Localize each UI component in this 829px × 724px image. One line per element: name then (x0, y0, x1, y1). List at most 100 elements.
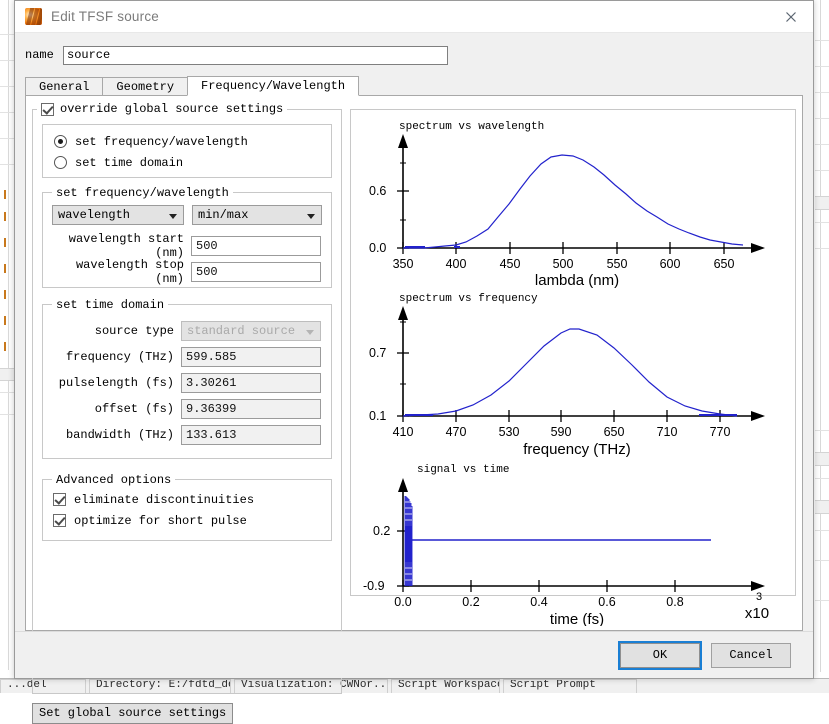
chart3-burst-core (405, 526, 412, 562)
chart1-xtick-5: 600 (660, 257, 681, 271)
chart3-exponent-power: 3 (756, 591, 762, 603)
checkbox-eliminate-discontinuities[interactable]: eliminate discontinuities (53, 489, 331, 510)
chart1-xtick-3: 500 (553, 257, 574, 271)
bg-row-line (0, 86, 14, 87)
wavelength-start-label: wavelength start (nm) (52, 232, 191, 260)
set-frequency-wavelength-group: set frequency/wavelength wavelength min/… (42, 192, 332, 288)
radio-time-label: set time domain (75, 156, 183, 170)
ok-button[interactable]: OK (620, 643, 700, 668)
chart1-curve (403, 155, 743, 248)
checkbox-optimize-short-pulse[interactable]: optimize for short pulse (53, 510, 331, 531)
chart2-xtick-6: 770 (710, 425, 731, 439)
wavelength-stop-input[interactable]: 500 (191, 262, 321, 282)
bg-row-line (815, 222, 829, 223)
settings-column: override global source settings set freq… (32, 103, 342, 624)
quantity-select[interactable]: wavelength (52, 205, 184, 225)
chart3-xtick-0: 0.0 (394, 595, 411, 609)
bg-tree-marker (4, 264, 6, 273)
offset-label: offset (fs) (52, 402, 181, 416)
frequency-row: frequency (THz) 599.585 (52, 344, 322, 370)
set-time-domain-group: set time domain source type standard sou… (42, 304, 332, 459)
bandwidth-input[interactable]: 133.613 (181, 425, 321, 445)
set-global-source-settings-button[interactable]: Set global source settings (32, 703, 233, 724)
bg-row-line (0, 112, 14, 113)
chart3-xtick-4: 0.8 (666, 595, 683, 609)
tab-general[interactable]: General (25, 77, 103, 95)
bg-row-line (815, 430, 829, 431)
chevron-down-icon (307, 214, 315, 219)
bg-tree-marker (4, 190, 6, 199)
chart-spectrum-vs-wavelength: spectrum vs wavelength 0.0 0.6 (359, 116, 779, 288)
source-type-row: source type standard source (52, 318, 322, 344)
optimize-short-pulse-label: optimize for short pulse (74, 514, 247, 528)
chart3-xlabel: time (fs) (550, 611, 604, 626)
bg-row-line (815, 66, 829, 67)
frequency-selects-row: wavelength min/max (52, 205, 322, 225)
bg-tree-marker (4, 212, 6, 221)
chart2-ytick-0: 0.1 (369, 409, 386, 423)
chevron-down-icon (169, 214, 177, 219)
close-icon[interactable] (768, 1, 813, 32)
pulselength-row: pulselength (fs) 3.30261 (52, 370, 322, 396)
frequency-wavelength-tab-page: override global source settings set freq… (25, 96, 803, 631)
chart2-xtick-5: 710 (657, 425, 678, 439)
chart3-ytick-1: 0.2 (373, 524, 390, 538)
dialog-body: name General Geometry Frequency/Waveleng… (15, 33, 813, 633)
chart2-xtick-4: 650 (604, 425, 625, 439)
bg-divider (8, 0, 9, 670)
tab-geometry[interactable]: Geometry (102, 77, 188, 95)
pulselength-input[interactable]: 3.30261 (181, 373, 321, 393)
chart1-xtick-1: 400 (446, 257, 467, 271)
chart2-xtick-1: 470 (446, 425, 467, 439)
chart2-title: spectrum vs frequency (399, 293, 538, 305)
advanced-options-legend: Advanced options (52, 473, 175, 487)
offset-input[interactable]: 9.36399 (181, 399, 321, 419)
bg-row-line (815, 144, 829, 145)
radio-frequency-indicator[interactable] (54, 135, 67, 148)
override-global-checkbox[interactable] (41, 103, 54, 116)
wavelength-stop-label: wavelength stop (nm) (52, 258, 191, 286)
chart3-ytick-0: -0.9 (363, 579, 385, 593)
chart2-xtick-2: 530 (499, 425, 520, 439)
radio-set-frequency-wavelength[interactable]: set frequency/wavelength (54, 131, 331, 152)
name-label: name (25, 48, 63, 62)
status-cell-4: Script Prompt (503, 679, 637, 693)
range-select[interactable]: min/max (192, 205, 322, 225)
radio-time-indicator[interactable] (54, 156, 67, 169)
bg-tree-marker (4, 342, 6, 351)
source-type-value: standard source (187, 324, 295, 338)
bg-tree-marker (4, 238, 6, 247)
tab-frequency-wavelength[interactable]: Frequency/Wavelength (187, 76, 359, 96)
chart-spectrum-vs-frequency: spectrum vs frequency 0.1 0.7 (359, 288, 779, 458)
chart3-title: signal vs time (417, 464, 509, 476)
bg-row-line (815, 530, 829, 531)
cancel-button[interactable]: Cancel (711, 643, 791, 668)
name-input[interactable] (63, 46, 448, 65)
optimize-short-pulse-checkbox[interactable] (53, 514, 66, 527)
source-type-label: source type (52, 324, 181, 338)
bg-selected-row (815, 452, 829, 466)
eliminate-discontinuities-checkbox[interactable] (53, 493, 66, 506)
status-cell-3: Script Workspace (391, 679, 500, 693)
chart3-xtick-1: 0.2 (462, 595, 479, 609)
chart3-xtick-2: 0.4 (530, 595, 547, 609)
bg-divider-right (820, 0, 821, 672)
tab-strip: General Geometry Frequency/Wavelength (25, 76, 803, 96)
wavelength-start-row: wavelength start (nm) 500 (52, 233, 322, 259)
bg-row-line (0, 392, 14, 393)
bg-row-line (815, 600, 829, 601)
bg-row-line (815, 478, 829, 479)
edit-tfsf-source-dialog: Edit TFSF source name General Geometry F… (14, 0, 814, 679)
offset-row: offset (fs) 9.36399 (52, 396, 322, 422)
chart2-xtick-0: 410 (393, 425, 414, 439)
bg-row-line (815, 248, 829, 249)
frequency-label: frequency (THz) (52, 350, 181, 364)
name-row: name (25, 33, 803, 70)
pulselength-label: pulselength (fs) (52, 376, 181, 390)
frequency-input[interactable]: 599.585 (181, 347, 321, 367)
chart1-xtick-4: 550 (607, 257, 628, 271)
bg-row-line (0, 34, 14, 35)
wavelength-start-input[interactable]: 500 (191, 236, 321, 256)
bandwidth-row: bandwidth (THz) 133.613 (52, 422, 322, 448)
radio-set-time-domain[interactable]: set time domain (54, 152, 331, 173)
